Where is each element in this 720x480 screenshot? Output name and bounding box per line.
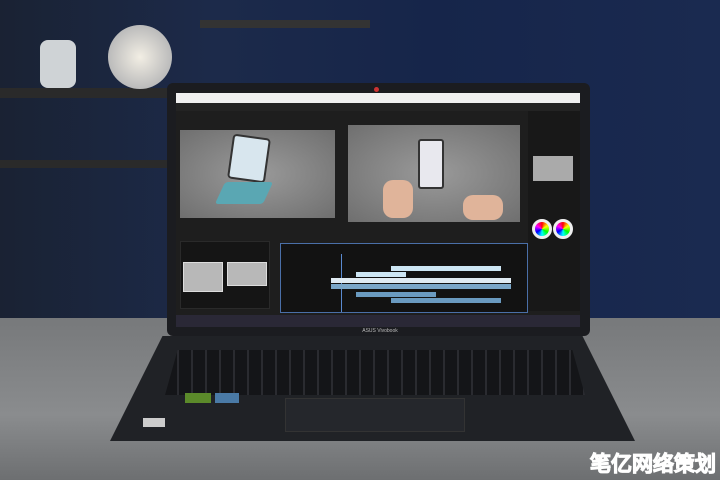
webcam: [374, 87, 379, 92]
timeline-clip[interactable]: [356, 292, 436, 297]
phone-screen: [227, 133, 271, 184]
color-wheel[interactable]: [532, 219, 552, 239]
keyboard: [165, 350, 585, 395]
playhead[interactable]: [341, 254, 342, 312]
title-bar: [176, 93, 580, 103]
sticker: [185, 393, 211, 403]
timeline-clip[interactable]: [356, 272, 406, 277]
watermark: 笔亿网络策划: [590, 453, 717, 477]
color-wheel[interactable]: [553, 219, 573, 239]
hand: [463, 195, 503, 220]
brand-label: ASUS Vivobook: [362, 328, 398, 334]
source-monitor: [180, 130, 335, 218]
clip-thumbnail[interactable]: [183, 262, 223, 292]
project-panel: [180, 241, 270, 309]
program-monitor: [348, 125, 520, 222]
sticker: [215, 393, 239, 403]
timeline-panel: [280, 243, 528, 313]
timeline-clip[interactable]: [391, 298, 501, 303]
phone: [418, 139, 444, 189]
taskbar: [176, 315, 580, 327]
preview-thumbnail: [533, 156, 573, 181]
menu-bar: [176, 103, 580, 111]
clip-thumbnail[interactable]: [227, 262, 267, 286]
touchpad: [285, 398, 465, 432]
phone-bottom: [214, 182, 274, 204]
lumetri-panel: [528, 111, 580, 311]
timeline-clip[interactable]: [331, 278, 511, 283]
laptop-screen: [176, 93, 580, 327]
timeline-clip[interactable]: [391, 266, 501, 271]
vase: [40, 40, 76, 88]
dried-flower: [108, 25, 172, 89]
sticker: [143, 418, 165, 427]
shelf: [200, 20, 370, 28]
hand: [383, 180, 413, 218]
timeline-clip[interactable]: [331, 284, 511, 289]
